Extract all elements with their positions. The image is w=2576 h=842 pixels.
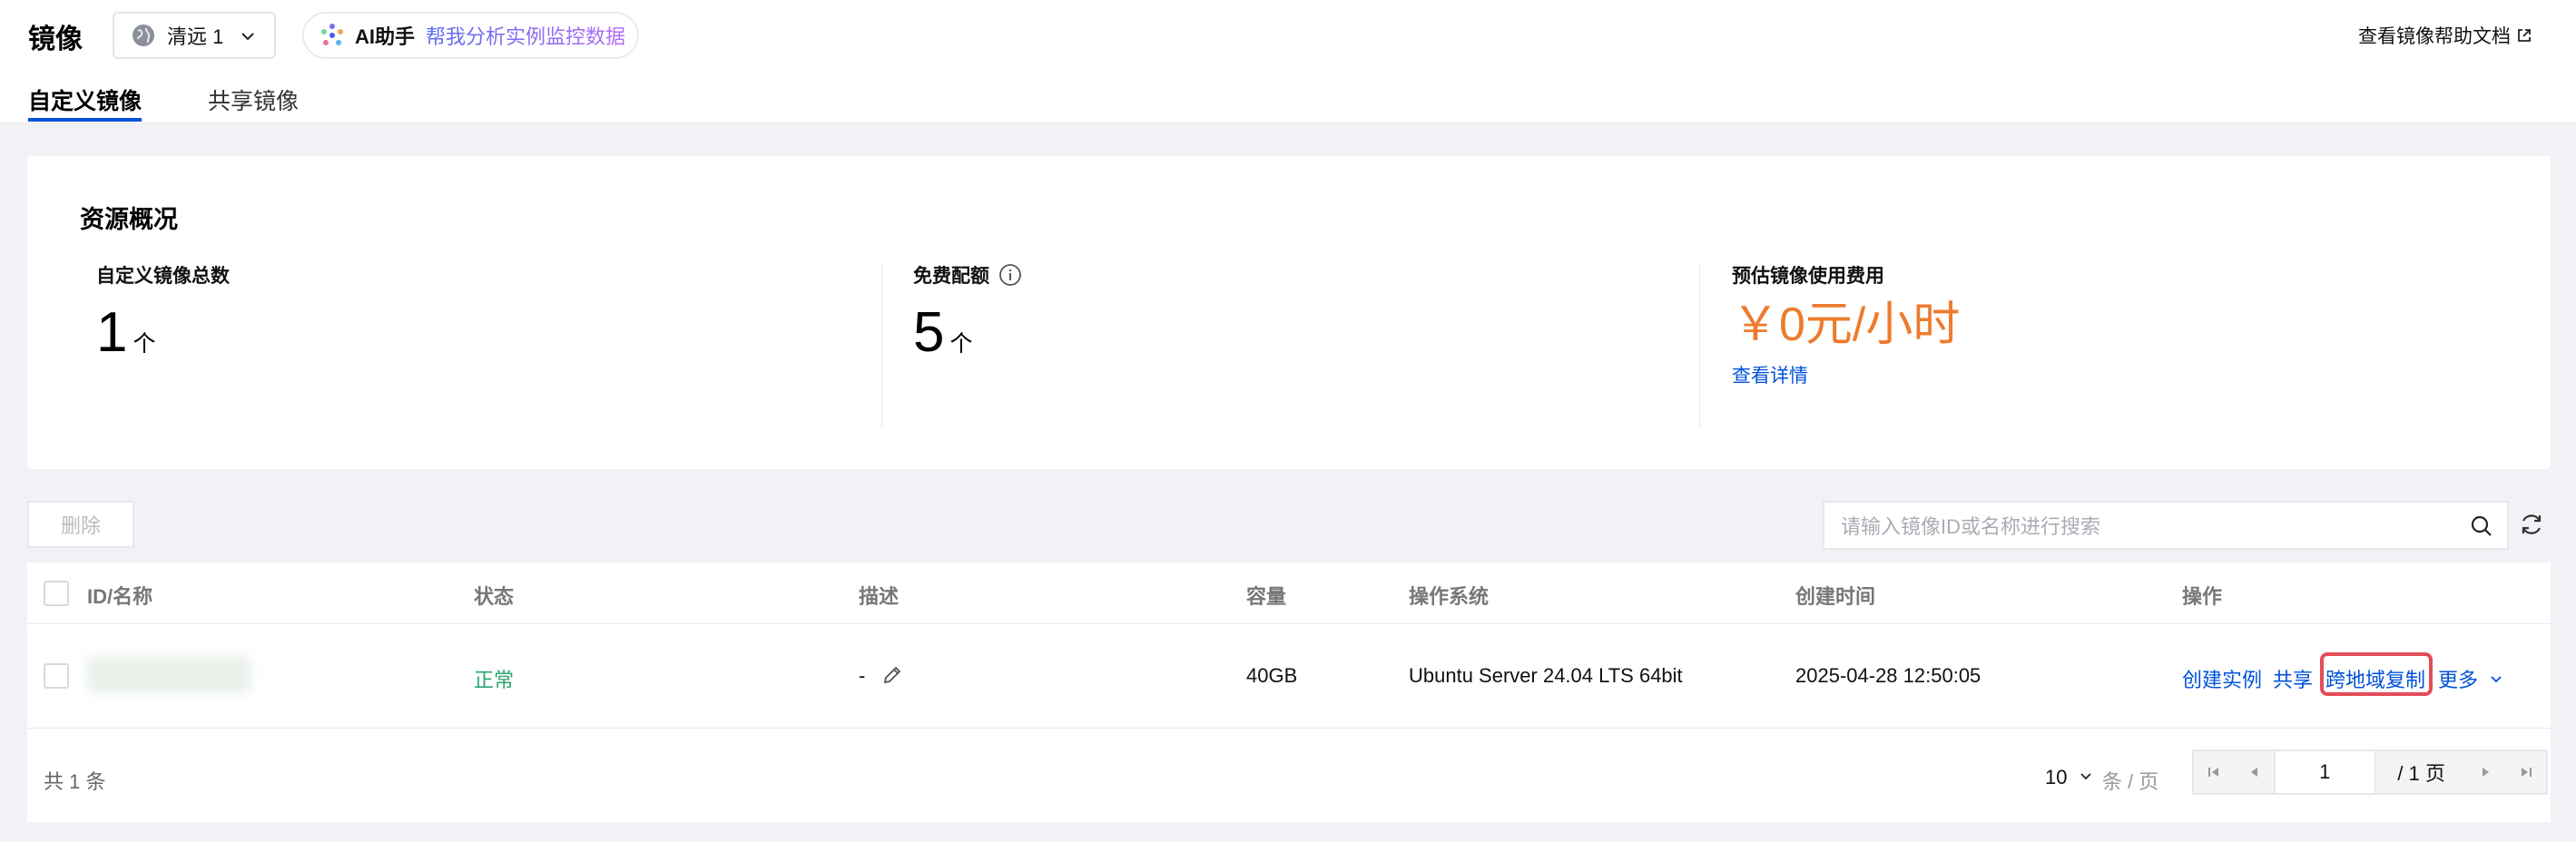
- per-page-label: 条 / 页: [2102, 770, 2159, 793]
- region-selector[interactable]: 清远 1: [113, 12, 276, 59]
- view-details-link[interactable]: 查看详情: [1732, 361, 1960, 388]
- stat-free-quota: 免费配额 5个: [913, 261, 1022, 425]
- page-size-select[interactable]: 10: [2045, 766, 2093, 789]
- first-page-icon: [2207, 768, 2218, 777]
- divider: [881, 263, 882, 426]
- search-icon[interactable]: [2469, 514, 2494, 539]
- page-number-input[interactable]: 1: [2273, 751, 2376, 793]
- ai-prompt[interactable]: 帮我分析实例监控数据: [426, 21, 625, 50]
- search-input[interactable]: 请输入镜像ID或名称进行搜索: [1841, 511, 2100, 540]
- refresh-icon[interactable]: [2518, 511, 2545, 538]
- next-page-icon: [2483, 768, 2490, 777]
- prev-page-icon: [2250, 768, 2257, 777]
- info-icon[interactable]: [998, 263, 1022, 287]
- last-page-button[interactable]: [2506, 751, 2546, 793]
- ai-sparkle-icon: [321, 24, 343, 45]
- search-box[interactable]: 请输入镜像ID或名称进行搜索: [1823, 501, 2509, 550]
- total-pages: / 1 页: [2397, 762, 2445, 785]
- chevron-down-icon: [2491, 676, 2502, 683]
- share-link[interactable]: 共享: [2273, 664, 2313, 693]
- column-header[interactable]: 描述: [859, 581, 899, 610]
- external-link-icon: [2518, 29, 2531, 42]
- stat-value: 1个: [96, 301, 156, 364]
- page-title: 镜像: [28, 24, 83, 54]
- table-header: ID/名称 状态 描述 容量 操作系统 创建时间 操作: [27, 563, 2551, 624]
- row-checkbox[interactable]: [44, 663, 69, 689]
- created-time-cell: 2025-04-28 12:50:05: [1795, 664, 1981, 687]
- top-bar: 镜像 清远 1 AI助手 帮我分析实例监控数据 查看镜像帮助文档 自定义镜像 共…: [0, 0, 2576, 123]
- highlight-box: [2320, 652, 2433, 696]
- create-instance-link[interactable]: 创建实例: [2182, 664, 2262, 693]
- status-badge: 正常: [474, 669, 515, 691]
- table-footer: 共 1 条 10 条 / 页 1 / 1 页: [27, 729, 2551, 822]
- edit-pencil-icon[interactable]: [881, 664, 903, 686]
- column-header: 操作: [2182, 585, 2223, 608]
- delete-button[interactable]: 删除: [27, 501, 134, 548]
- more-dropdown[interactable]: 更多: [2438, 664, 2503, 693]
- tab-custom-images[interactable]: 自定义镜像: [28, 83, 142, 116]
- stat-label: 自定义镜像总数: [96, 266, 230, 287]
- overview-title: 资源概况: [80, 206, 178, 233]
- stat-value: 5个: [913, 301, 973, 364]
- image-id-name-redacted[interactable]: [87, 656, 251, 692]
- stat-total-images: 自定义镜像总数 1个: [96, 261, 230, 425]
- resource-overview-card: 资源概况 自定义镜像总数 1个 免费配额 5个 预估镜像使用费用 ￥0元/小时 …: [27, 156, 2551, 469]
- pagination: 1 / 1 页: [2192, 749, 2548, 795]
- tab-shared-images[interactable]: 共享镜像: [208, 83, 299, 116]
- column-header[interactable]: 创建时间: [1795, 581, 1875, 610]
- next-page-button[interactable]: [2466, 751, 2506, 793]
- column-header[interactable]: 操作系统: [1409, 581, 1489, 610]
- total-count: 共 1 条: [44, 770, 106, 793]
- ai-label: AI助手: [355, 25, 416, 48]
- active-tab-indicator: [28, 118, 142, 122]
- chevron-down-icon: [241, 33, 254, 41]
- column-header[interactable]: 状态: [474, 581, 514, 610]
- first-page-button[interactable]: [2194, 751, 2234, 793]
- description-cell: -: [859, 664, 903, 688]
- last-page-icon: [2522, 768, 2532, 777]
- globe-icon: [133, 24, 154, 46]
- ai-assistant[interactable]: AI助手 帮我分析实例监控数据: [302, 12, 639, 59]
- column-header[interactable]: 容量: [1246, 581, 1286, 610]
- images-table: ID/名称 状态 描述 容量 操作系统 创建时间 操作 正常 - 40GB Ub…: [27, 563, 2551, 822]
- help-doc-label: 查看镜像帮助文档: [2358, 26, 2511, 47]
- column-header[interactable]: ID/名称: [87, 581, 152, 610]
- stat-estimated-cost: 预估镜像使用费用 ￥0元/小时 查看详情: [1732, 261, 1960, 425]
- region-label: 清远 1: [167, 25, 224, 48]
- os-cell: Ubuntu Server 24.04 LTS 64bit: [1409, 664, 1683, 687]
- prev-page-button[interactable]: [2234, 751, 2274, 793]
- table-row: 正常 - 40GB Ubuntu Server 24.04 LTS 64bit …: [27, 625, 2551, 729]
- stat-cost-value: ￥0元/小时: [1732, 299, 1961, 351]
- stat-label: 预估镜像使用费用: [1732, 266, 1884, 287]
- help-doc-link[interactable]: 查看镜像帮助文档: [2358, 22, 2532, 49]
- select-all-checkbox[interactable]: [44, 581, 69, 606]
- stat-label: 免费配额: [913, 261, 1022, 289]
- capacity-cell: 40GB: [1246, 664, 1298, 687]
- divider: [1699, 263, 1700, 426]
- chevron-down-icon: [2079, 773, 2091, 780]
